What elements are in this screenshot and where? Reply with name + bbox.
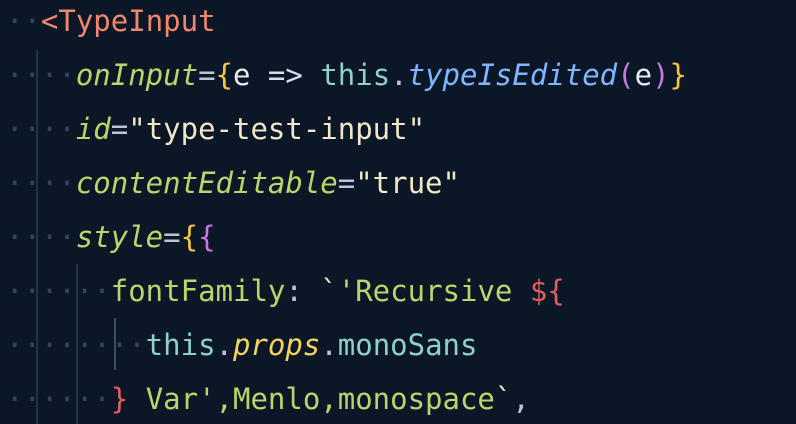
code-token: this bbox=[320, 58, 391, 92]
code-line[interactable]: ····onInput={e => this.typeIsEdited(e)} bbox=[6, 48, 687, 102]
code-token: e bbox=[634, 58, 653, 92]
code-token: "true" bbox=[355, 166, 460, 200]
code-token: this bbox=[145, 328, 216, 362]
code-line[interactable]: ········this.props.monoSans bbox=[6, 318, 477, 372]
code-line[interactable]: ····contentEditable="true" bbox=[6, 156, 460, 210]
code-token: = bbox=[198, 58, 216, 92]
code-token: fontFamily bbox=[110, 274, 286, 308]
code-token: => bbox=[267, 58, 321, 92]
whitespace-dots: ······ bbox=[6, 274, 111, 308]
whitespace-dots: ···· bbox=[6, 58, 76, 92]
code-token: e bbox=[233, 58, 268, 92]
code-token: contentEditable bbox=[75, 166, 338, 200]
code-token: onInput bbox=[75, 58, 199, 92]
code-token: } bbox=[669, 58, 688, 92]
code-token: style bbox=[75, 220, 164, 254]
code-token: : bbox=[285, 274, 321, 308]
code-token: { bbox=[180, 220, 199, 254]
whitespace-dots: ···· bbox=[6, 166, 76, 200]
code-token: 'Recursive bbox=[337, 274, 530, 308]
code-token: TypeInput bbox=[58, 4, 216, 38]
code-token: ( bbox=[617, 58, 635, 92]
code-token: ) bbox=[652, 58, 670, 92]
code-line[interactable]: ····style={{ bbox=[6, 210, 216, 264]
code-token: typeIsEdited bbox=[407, 58, 618, 92]
whitespace-dots: ········ bbox=[6, 328, 146, 362]
code-token: id bbox=[75, 112, 111, 146]
code-token: = bbox=[337, 166, 356, 200]
whitespace-dots: ·· bbox=[6, 4, 41, 38]
whitespace-dots: ···· bbox=[6, 220, 76, 254]
code-line[interactable]: ··<TypeInput bbox=[6, 0, 216, 48]
code-token: monoSans bbox=[337, 328, 478, 362]
code-token: Var',Menlo,monospace bbox=[128, 382, 495, 416]
code-token: { bbox=[198, 220, 216, 254]
whitespace-dots: ······ bbox=[6, 382, 111, 416]
code-token: "type-test-input" bbox=[128, 112, 426, 146]
code-line[interactable]: ······fontFamily: `'Recursive ${ bbox=[6, 264, 565, 318]
code-token: = bbox=[163, 220, 181, 254]
code-token: = bbox=[110, 112, 129, 146]
code-token: props bbox=[233, 328, 321, 362]
code-token: . bbox=[390, 58, 408, 92]
code-token: { bbox=[215, 58, 233, 92]
code-token: < bbox=[40, 4, 59, 38]
code-token: , bbox=[512, 382, 530, 416]
code-token: } bbox=[110, 382, 129, 416]
code-editor[interactable]: ··<TypeInput ····onInput={e => this.typeI… bbox=[0, 0, 796, 424]
code-token: ${ bbox=[529, 274, 565, 308]
code-token: ` bbox=[320, 274, 338, 308]
code-token: ` bbox=[494, 382, 513, 416]
code-line[interactable]: ······} Var',Menlo,monospace`, bbox=[6, 372, 530, 424]
code-token: . bbox=[320, 328, 338, 362]
code-line[interactable]: ····id="type-test-input" bbox=[6, 102, 425, 156]
code-token: . bbox=[215, 328, 233, 362]
whitespace-dots: ···· bbox=[6, 112, 76, 146]
